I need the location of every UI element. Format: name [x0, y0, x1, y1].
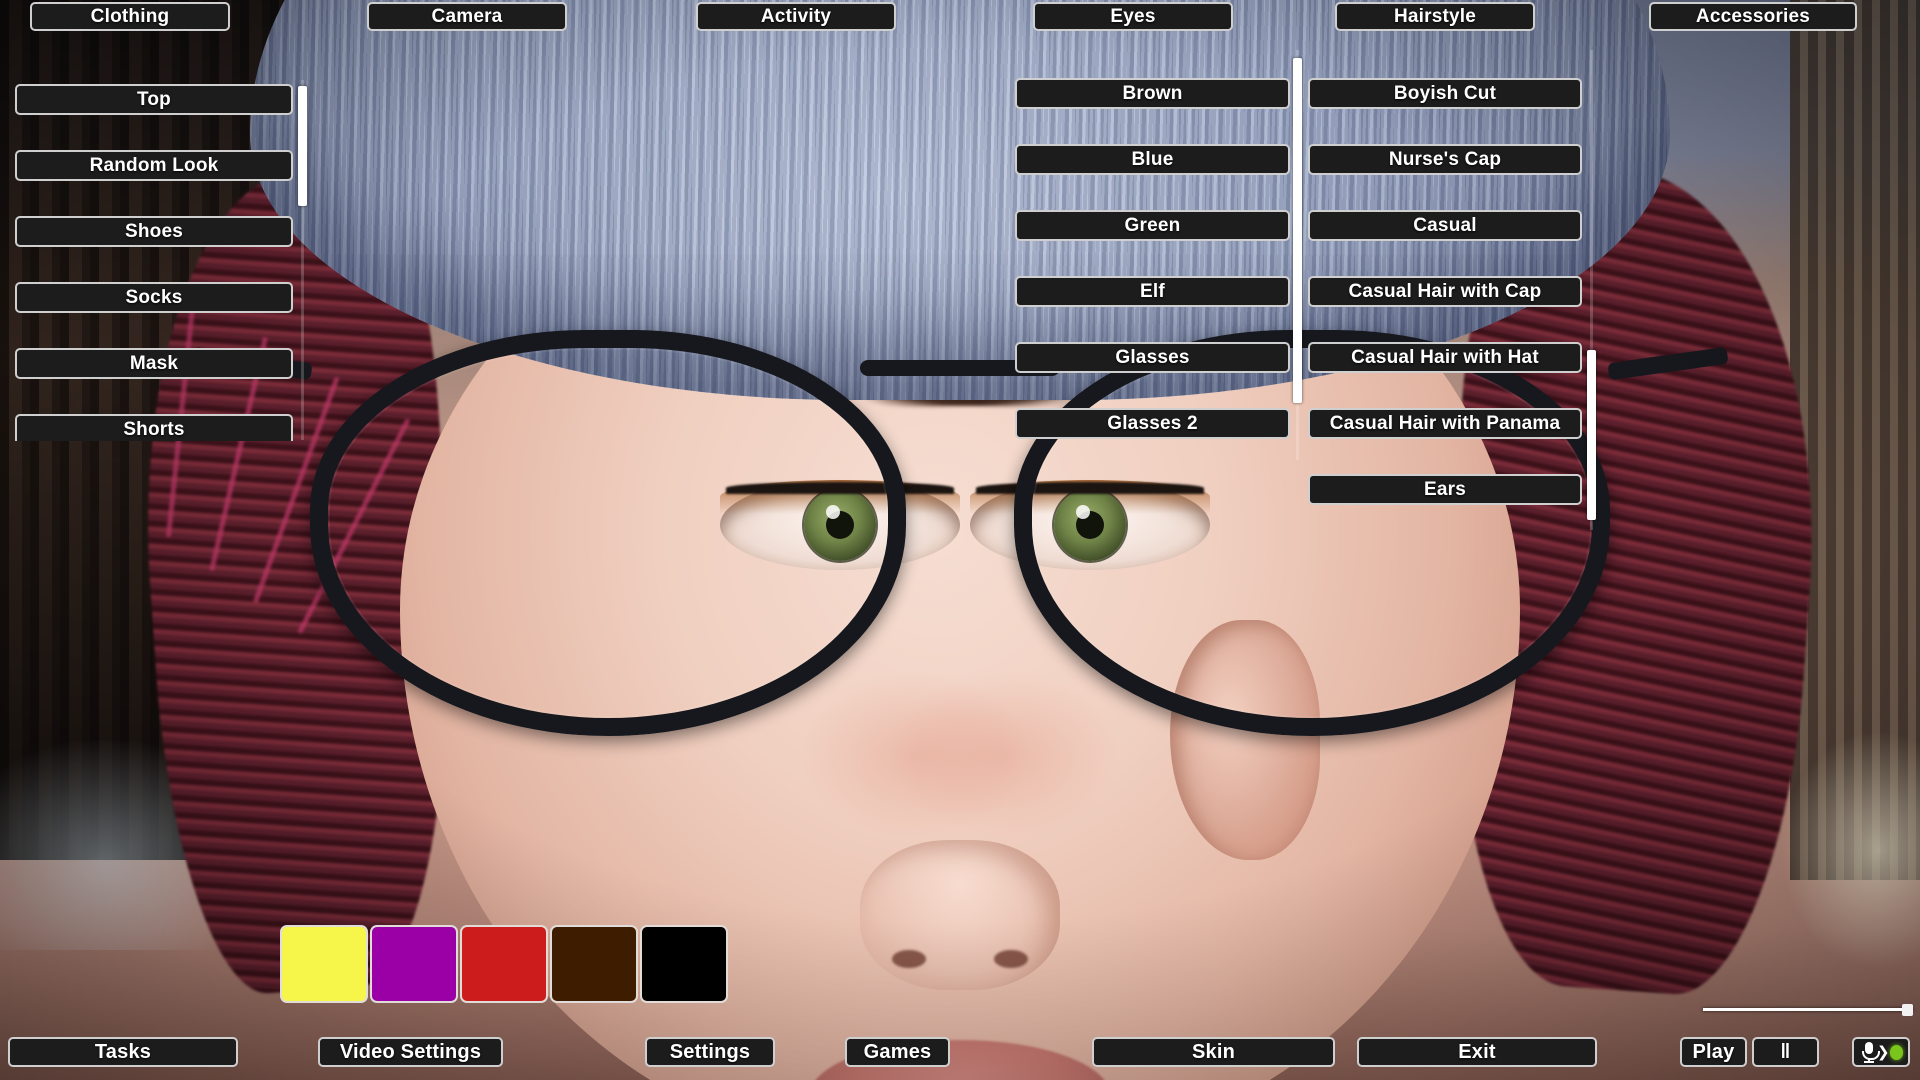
- topbar-item-hairstyle-label: Hairstyle: [1394, 6, 1476, 28]
- topbar-item-activity[interactable]: Activity: [696, 2, 896, 31]
- zoom-slider-knob[interactable]: [1902, 1004, 1913, 1016]
- play-button[interactable]: Play: [1680, 1037, 1747, 1067]
- eyes-item-brown-label: Brown: [1122, 83, 1182, 105]
- bottom-toolbar: Tasks Video Settings Settings Games Skin Exit: [0, 1037, 1920, 1073]
- topbar-item-accessories-label: Accessories: [1696, 6, 1810, 28]
- bottombar-item-tasks-label: Tasks: [95, 1041, 151, 1064]
- bottombar-item-skin-label: Skin: [1192, 1041, 1235, 1064]
- eyes-item-blue-label: Blue: [1132, 149, 1174, 171]
- hairstyle-item-boyish-cut-label: Boyish Cut: [1394, 83, 1496, 105]
- hairstyle-item-casual-hair-with-hat-label: Casual Hair with Hat: [1351, 347, 1539, 369]
- clothing-item-shorts[interactable]: Shorts: [15, 414, 293, 441]
- hairstyle-item-casual[interactable]: Casual: [1308, 210, 1582, 241]
- clothing-item-random-look[interactable]: Random Look: [15, 150, 293, 181]
- topbar-item-camera[interactable]: Camera: [367, 2, 567, 31]
- topbar-item-clothing-label: Clothing: [91, 6, 170, 28]
- clothing-item-mask-label: Mask: [130, 353, 178, 375]
- topbar-item-accessories[interactable]: Accessories: [1649, 2, 1857, 31]
- bottombar-item-games-label: Games: [864, 1041, 932, 1064]
- eyes-item-elf-label: Elf: [1140, 281, 1165, 303]
- hairstyle-item-casual-hair-with-panama[interactable]: Casual Hair with Panama: [1308, 408, 1582, 439]
- eyes-item-brown[interactable]: Brown: [1015, 78, 1290, 109]
- bottombar-item-tasks[interactable]: Tasks: [8, 1037, 238, 1067]
- window-glow-right: [1780, 730, 1920, 970]
- eyes-scrollbar-thumb[interactable]: [1293, 58, 1302, 403]
- top-menu-bar: Clothing Camera Activity Eyes Hairstyle Acces…: [0, 0, 1920, 33]
- eyes-item-glasses-label: Glasses: [1115, 347, 1189, 369]
- eyes-item-glasses-2[interactable]: Glasses 2: [1015, 408, 1290, 439]
- eyes-item-glasses-2-label: Glasses 2: [1107, 413, 1198, 435]
- clothing-item-shorts-label: Shorts: [123, 419, 184, 441]
- color-swatch-yellow[interactable]: [280, 925, 368, 1003]
- topbar-item-hairstyle[interactable]: Hairstyle: [1335, 2, 1535, 31]
- clothing-item-mask[interactable]: Mask: [15, 348, 293, 379]
- zoom-slider-track[interactable]: [1703, 1008, 1913, 1011]
- pause-button[interactable]: ‖: [1752, 1037, 1819, 1067]
- hairstyle-scrollbar-thumb[interactable]: [1587, 350, 1596, 520]
- bottombar-item-settings[interactable]: Settings: [645, 1037, 775, 1067]
- clothing-item-shoes[interactable]: Shoes: [15, 216, 293, 247]
- clothing-dropdown-menu: Top Random Look Shoes Socks Mask Shorts: [15, 84, 293, 441]
- hairstyle-item-ears[interactable]: Ears: [1308, 474, 1582, 505]
- topbar-item-activity-label: Activity: [761, 6, 831, 28]
- nostril-right: [994, 950, 1028, 968]
- color-swatch-red[interactable]: [460, 925, 548, 1003]
- clothing-item-top[interactable]: Top: [15, 84, 293, 115]
- clothing-scrollbar-thumb[interactable]: [298, 86, 307, 206]
- bottombar-item-exit[interactable]: Exit: [1357, 1037, 1597, 1067]
- clothing-item-socks-label: Socks: [126, 287, 183, 309]
- bottombar-item-games[interactable]: Games: [845, 1037, 950, 1067]
- hairstyle-item-casual-hair-with-hat[interactable]: Casual Hair with Hat: [1308, 342, 1582, 373]
- topbar-item-eyes-label: Eyes: [1110, 6, 1155, 28]
- bottombar-item-skin[interactable]: Skin: [1092, 1037, 1335, 1067]
- lens-left: [310, 330, 906, 736]
- zoom-slider[interactable]: [1703, 1004, 1913, 1016]
- hairstyle-item-casual-hair-with-cap-label: Casual Hair with Cap: [1349, 281, 1542, 303]
- clothing-item-shoes-label: Shoes: [125, 221, 183, 243]
- eyes-dropdown-menu: Brown Blue Green Elf Glasses Glasses 2: [1015, 74, 1290, 440]
- hairstyle-item-nurse-s-cap-label: Nurse's Cap: [1389, 149, 1501, 171]
- hairstyle-item-ears-label: Ears: [1424, 479, 1466, 501]
- play-button-label: Play: [1693, 1041, 1735, 1064]
- bottombar-item-exit-label: Exit: [1458, 1041, 1495, 1064]
- hairstyle-item-casual-hair-with-cap[interactable]: Casual Hair with Cap: [1308, 276, 1582, 307]
- color-swatch-magenta[interactable]: [370, 925, 458, 1003]
- eyes-item-glasses[interactable]: Glasses: [1015, 342, 1290, 373]
- color-swatch-dark-brown[interactable]: [550, 925, 638, 1003]
- nostril-left: [892, 950, 926, 968]
- pause-button-label: ‖: [1780, 1041, 1790, 1064]
- topbar-item-camera-label: Camera: [432, 6, 503, 28]
- eyes-item-elf[interactable]: Elf: [1015, 276, 1290, 307]
- clothing-item-socks[interactable]: Socks: [15, 282, 293, 313]
- clothing-item-top-label: Top: [137, 89, 171, 111]
- color-swatch-black[interactable]: [640, 925, 728, 1003]
- nose: [860, 840, 1060, 990]
- hairstyle-item-casual-label: Casual: [1413, 215, 1477, 237]
- hairstyle-item-casual-hair-with-panama-label: Casual Hair with Panama: [1330, 413, 1561, 435]
- color-swatch-row: [280, 925, 730, 1003]
- eyes-item-green[interactable]: Green: [1015, 210, 1290, 241]
- bottombar-item-video-settings-label: Video Settings: [340, 1041, 481, 1064]
- microphone-status-led: [1890, 1045, 1903, 1060]
- bottombar-item-video-settings[interactable]: Video Settings: [318, 1037, 503, 1067]
- clothing-item-random-look-label: Random Look: [90, 155, 219, 177]
- microphone-toggle[interactable]: ❯: [1852, 1037, 1910, 1067]
- eyes-item-blue[interactable]: Blue: [1015, 144, 1290, 175]
- topbar-item-eyes[interactable]: Eyes: [1033, 2, 1233, 31]
- bottombar-item-settings-label: Settings: [670, 1041, 751, 1064]
- eyes-item-green-label: Green: [1125, 215, 1181, 237]
- hairstyle-dropdown-menu: Boyish Cut Nurse's Cap Casual Casual Hair w…: [1308, 74, 1582, 506]
- hairstyle-item-boyish-cut[interactable]: Boyish Cut: [1308, 78, 1582, 109]
- hairstyle-item-nurse-s-cap[interactable]: Nurse's Cap: [1308, 144, 1582, 175]
- microphone-icon: [1859, 1041, 1877, 1063]
- topbar-item-clothing[interactable]: Clothing: [30, 2, 230, 31]
